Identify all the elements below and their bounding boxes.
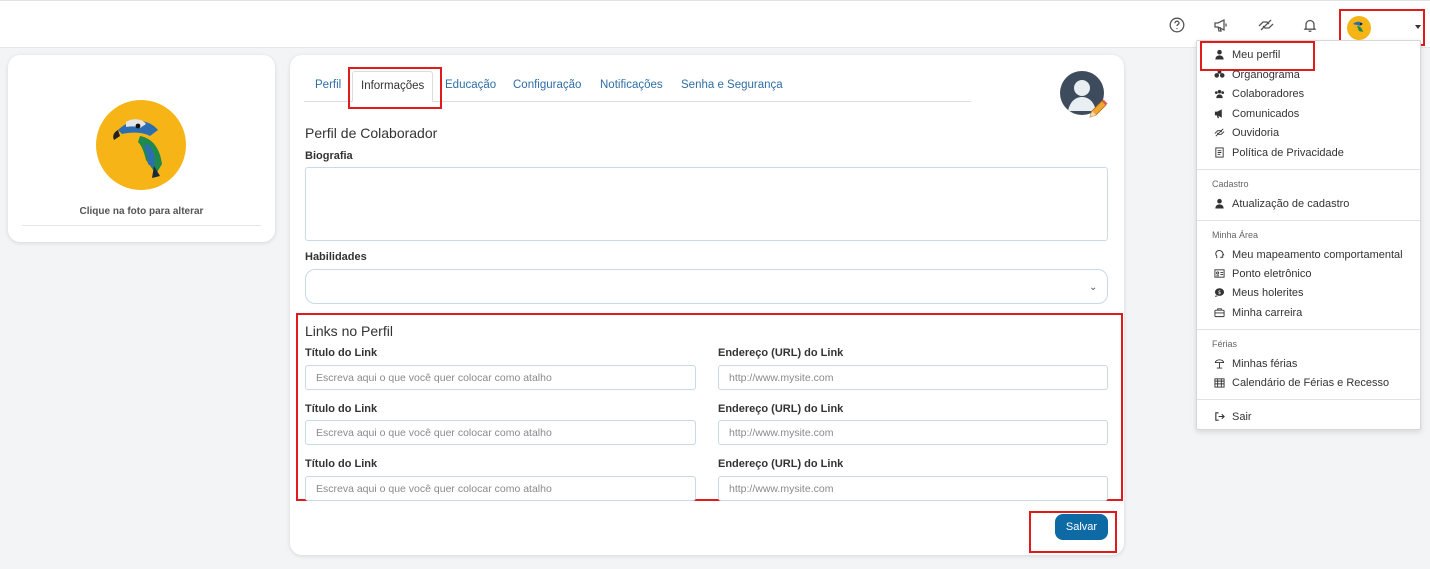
tab-perfil[interactable]: Perfil <box>315 79 341 91</box>
tab-configuracao[interactable]: Configuração <box>513 79 581 91</box>
person-icon <box>1212 197 1226 211</box>
svg-text:$: $ <box>1217 290 1220 296</box>
skills-label: Habilidades <box>305 251 367 263</box>
link-url-input[interactable] <box>718 476 1108 501</box>
handshake-icon <box>1212 126 1226 140</box>
link-title-input[interactable] <box>305 476 696 501</box>
menu-item-meu-perfil[interactable]: Meu perfil <box>1212 46 1280 63</box>
menu-divider <box>1197 399 1420 400</box>
id-card-icon <box>1212 267 1226 281</box>
tab-educacao[interactable]: Educação <box>445 79 496 91</box>
menu-divider <box>1197 169 1420 170</box>
menu-item-minhas-ferias[interactable]: Minhas férias <box>1212 355 1297 372</box>
group-label-ferias: Férias <box>1212 339 1238 349</box>
link-url-label: Endereço (URL) do Link <box>718 458 844 470</box>
menu-item-sair[interactable]: Sair <box>1212 408 1252 425</box>
link-title-label: Título do Link <box>305 403 378 415</box>
menu-divider <box>1197 329 1420 330</box>
brain-icon <box>1212 248 1226 262</box>
link-url-input[interactable] <box>718 365 1108 390</box>
tab-senha-seguranca[interactable]: Senha e Segurança <box>681 79 783 91</box>
profile-form-card: Perfil Informações Educação Configuração… <box>290 55 1124 555</box>
help-icon[interactable] <box>1167 15 1187 35</box>
group-label-minha-area: Minha Área <box>1212 230 1259 240</box>
save-button[interactable]: Salvar <box>1055 514 1108 540</box>
profile-photo[interactable] <box>96 100 186 190</box>
profile-photo-card: Clique na foto para alterar <box>8 55 275 242</box>
menu-item-comunicados[interactable]: Comunicados <box>1212 105 1299 122</box>
photo-hint: Clique na foto para alterar <box>79 206 204 217</box>
tab-bar: Perfil Informações Educação Configuração… <box>304 71 971 102</box>
person-icon <box>1212 48 1226 62</box>
group-label-cadastro: Cadastro <box>1212 179 1249 189</box>
menu-item-politica-privacidade[interactable]: Política de Privacidade <box>1212 144 1344 161</box>
bell-icon[interactable] <box>1300 15 1320 35</box>
biography-textarea[interactable] <box>305 167 1108 241</box>
link-url-label: Endereço (URL) do Link <box>718 403 844 415</box>
highlight-links-section <box>296 313 1123 501</box>
document-icon <box>1212 146 1226 160</box>
link-title-input[interactable] <box>305 420 696 445</box>
users-icon <box>1212 87 1226 101</box>
user-dropdown-menu: Meu perfil Organograma Colaboradores Com… <box>1196 40 1421 430</box>
sign-out-icon <box>1212 410 1226 424</box>
link-url-input[interactable] <box>718 420 1108 445</box>
divider <box>22 225 261 226</box>
calendar-icon <box>1212 376 1226 390</box>
menu-item-mapeamento-comportamental[interactable]: Meu mapeamento comportamental <box>1212 246 1403 263</box>
sitemap-icon <box>1212 68 1226 82</box>
menu-divider <box>1197 220 1420 221</box>
link-title-label: Título do Link <box>305 458 378 470</box>
handshake-icon[interactable] <box>1256 15 1276 35</box>
chevron-down-icon <box>1415 25 1421 29</box>
link-title-label: Título do Link <box>305 347 378 359</box>
link-title-input[interactable] <box>305 365 696 390</box>
links-section-title: Links no Perfil <box>305 323 393 339</box>
menu-item-ouvidoria[interactable]: Ouvidoria <box>1212 124 1279 141</box>
umbrella-beach-icon <box>1212 357 1226 371</box>
briefcase-icon <box>1212 306 1226 320</box>
money-bubble-icon: $ <box>1212 286 1226 300</box>
profile-section-title: Perfil de Colaborador <box>305 125 438 141</box>
menu-item-organograma[interactable]: Organograma <box>1212 66 1300 83</box>
biography-label: Biografia <box>305 150 353 162</box>
pencil-icon[interactable] <box>1086 97 1110 121</box>
menu-item-calendario-ferias[interactable]: Calendário de Férias e Recesso <box>1212 374 1389 391</box>
megaphone-icon[interactable] <box>1211 15 1231 35</box>
chevron-down-icon: ⌄ <box>1089 282 1098 293</box>
menu-item-atualizacao-cadastro[interactable]: Atualização de cadastro <box>1212 195 1349 212</box>
menu-item-ponto-eletronico[interactable]: Ponto eletrônico <box>1212 265 1312 282</box>
tab-notificacoes[interactable]: Notificações <box>600 79 663 91</box>
menu-item-carreira[interactable]: Minha carreira <box>1212 304 1302 321</box>
link-url-label: Endereço (URL) do Link <box>718 347 844 359</box>
menu-item-holerites[interactable]: $ Meus holerites <box>1212 284 1304 301</box>
avatar <box>1347 16 1371 40</box>
skills-select[interactable]: ⌄ <box>305 269 1108 304</box>
menu-item-colaboradores[interactable]: Colaboradores <box>1212 85 1304 102</box>
megaphone-icon <box>1212 107 1226 121</box>
tab-informacoes[interactable]: Informações <box>352 71 434 102</box>
